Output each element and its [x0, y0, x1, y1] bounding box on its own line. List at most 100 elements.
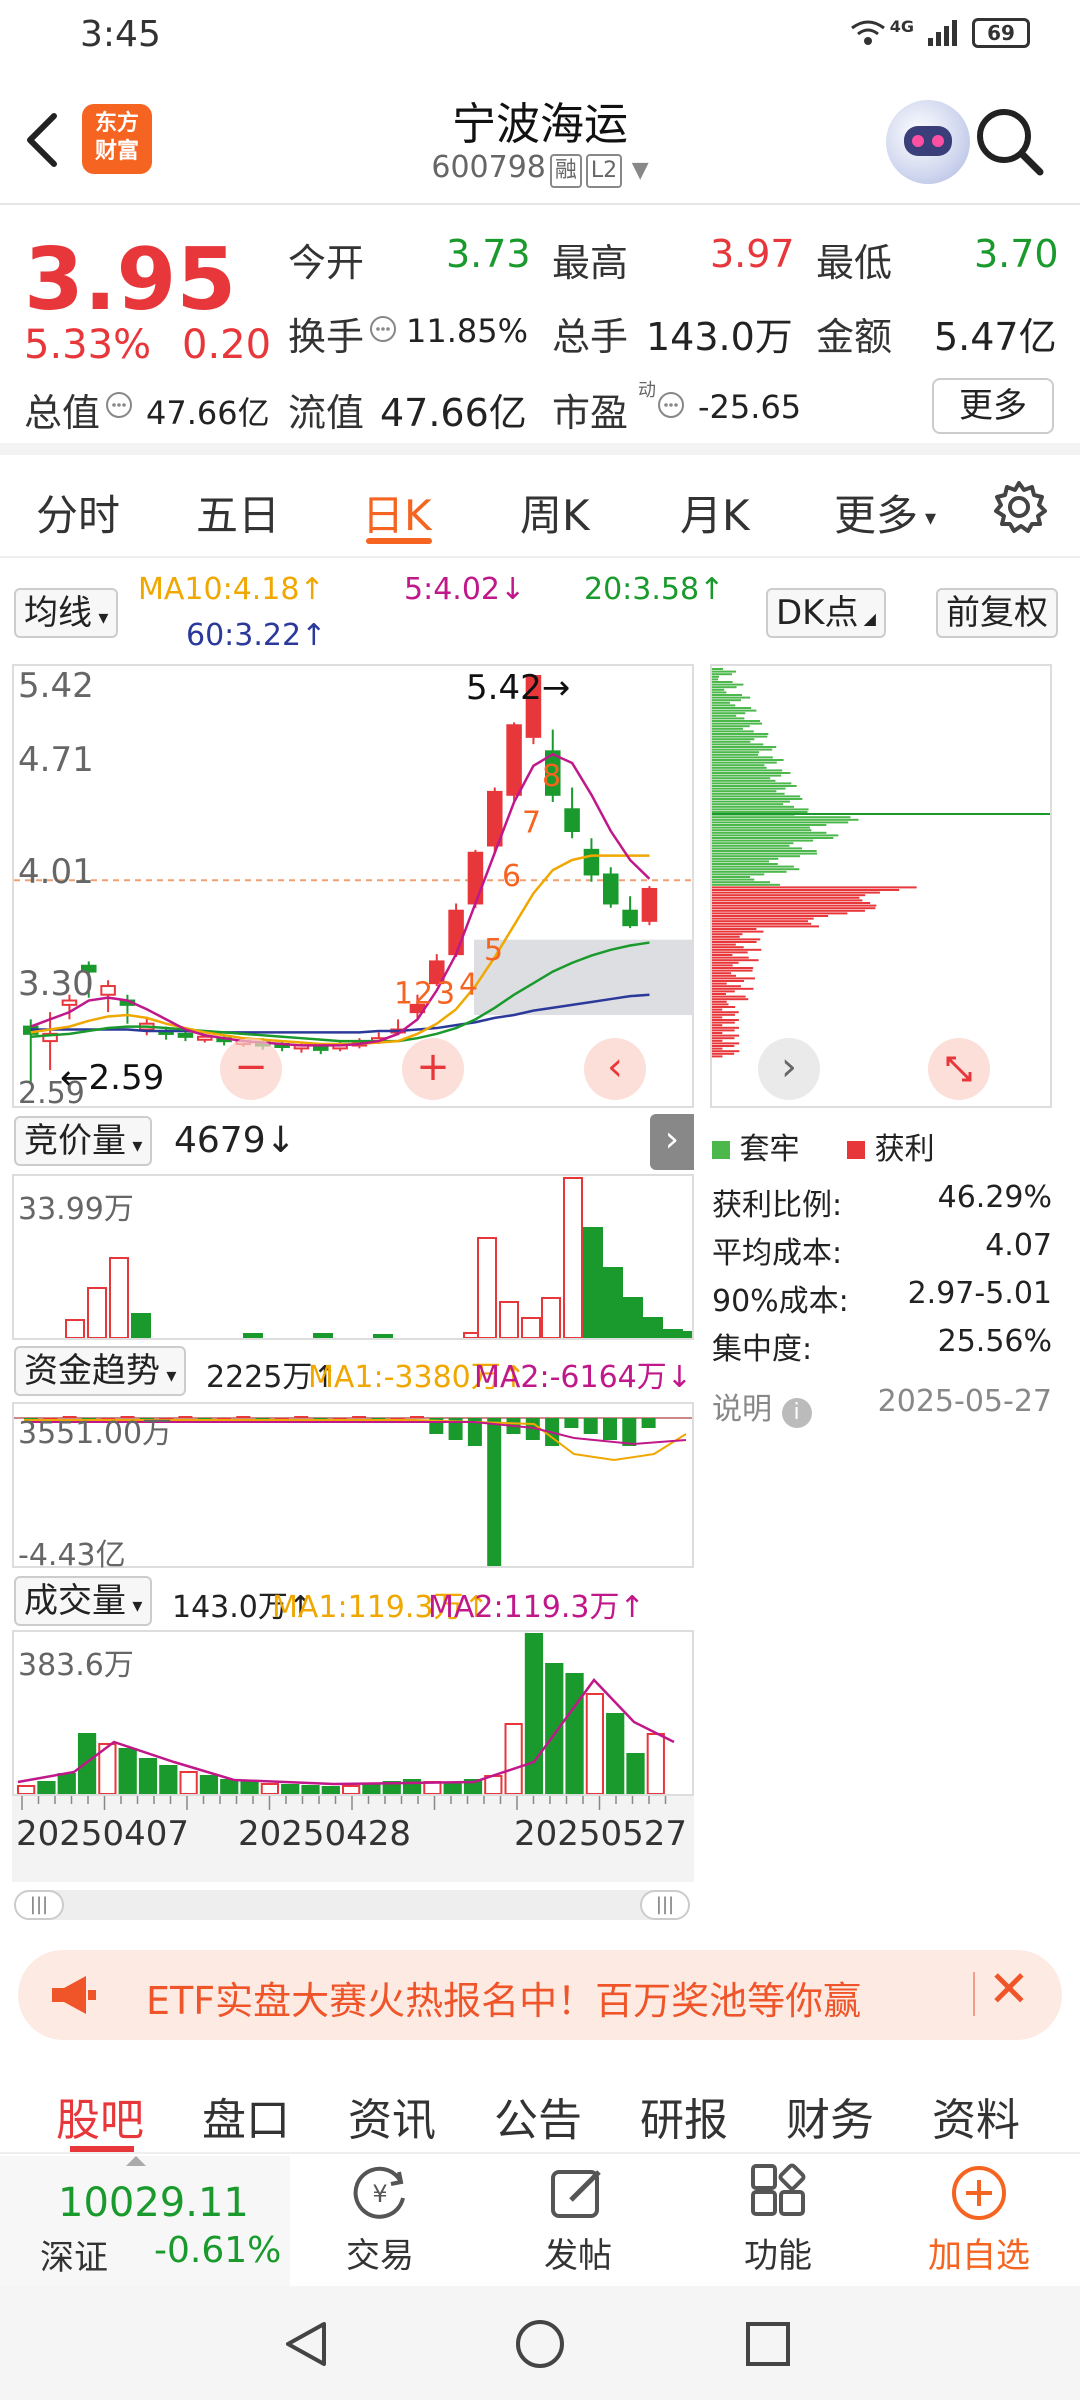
chip-bar [712, 850, 817, 852]
volume-bar [138, 1758, 158, 1795]
promo-banner[interactable]: ETF实盘大赛火热报名中！百万奖池等你赢 ✕ [18, 1950, 1062, 2040]
volume-bar [565, 1673, 584, 1795]
chip-bar [712, 720, 760, 722]
caret-down-icon: ▾ [92, 605, 109, 629]
amount-label: 金额 [816, 315, 893, 359]
range-slider[interactable]: ||| ||| [14, 1890, 690, 1920]
tab-guba[interactable]: 股吧 [56, 2084, 144, 2148]
index-name: 深证 [40, 2238, 108, 2278]
chip-bar [712, 894, 866, 897]
robot-icon [904, 126, 952, 156]
dk-point-selector[interactable]: DK点 ◢ [766, 588, 886, 638]
mcap-info-icon[interactable] [104, 390, 134, 424]
robot-avatar[interactable] [886, 100, 970, 184]
zoom-in-button[interactable]: + [402, 1038, 464, 1100]
chip-bar [712, 686, 737, 689]
signal-icon [928, 20, 957, 46]
tab-profile[interactable]: 资料 [932, 2084, 1020, 2148]
auction-selector[interactable]: 竞价量 ▾ [14, 1116, 153, 1166]
chip-bar [712, 946, 744, 949]
float-label: 流值 [288, 391, 365, 435]
add-watchlist-button[interactable]: 加自选 [914, 2162, 1044, 2277]
function-button[interactable]: 功能 [728, 2162, 828, 2277]
tab-announcement[interactable]: 公告 [494, 2084, 582, 2148]
l2-tag: L2 [585, 154, 623, 188]
chip-bar [712, 673, 733, 676]
trade-button[interactable]: ¥ 交易 [330, 2162, 430, 2277]
pe-value: -25.65 [698, 388, 802, 426]
volume-selector[interactable]: 成交量 ▾ [14, 1576, 153, 1626]
tab-daily-k[interactable]: 日K [362, 482, 432, 543]
info-icon[interactable] [368, 314, 398, 348]
date-label: 20250428 [238, 1814, 412, 1854]
chip-bar [712, 878, 755, 881]
settings-button[interactable] [990, 478, 1048, 540]
chip-scroll-button[interactable]: › [758, 1038, 820, 1100]
slider-left-handle[interactable]: ||| [14, 1890, 64, 1920]
chip-bar [712, 951, 748, 954]
tab-news[interactable]: 资讯 [348, 2084, 436, 2148]
stat-value: 46.29% [937, 1180, 1052, 1215]
chip-bar [712, 1032, 723, 1034]
tab-intraday[interactable]: 分时 [36, 482, 120, 543]
chip-bar [712, 837, 834, 839]
post-button[interactable]: 发帖 [528, 2162, 628, 2277]
scroll-left-button[interactable]: ‹ [584, 1038, 646, 1100]
expand-panel-button[interactable]: › [650, 1114, 694, 1170]
nav-back-button[interactable] [280, 2318, 332, 2374]
nav-home-button[interactable] [514, 2318, 566, 2374]
caret-down-icon: ▾ [126, 1133, 143, 1157]
slider-right-handle[interactable]: ||| [640, 1890, 690, 1920]
tab-pankou[interactable]: 盘口 [202, 2084, 290, 2148]
auction-chart: 33.99万 [12, 1174, 703, 1340]
more-button[interactable]: 更多 [932, 378, 1054, 434]
index-ticker[interactable]: 10029.11 深证 -0.61% [0, 2156, 290, 2286]
volume-bar [159, 1765, 178, 1795]
note-link[interactable]: 说明 i [712, 1384, 812, 1428]
nav-recents-button[interactable] [742, 2318, 794, 2374]
fund-bar [564, 1418, 579, 1428]
tab-more[interactable]: 更多 ▾ [834, 482, 936, 543]
chip-bar [712, 1019, 739, 1021]
chip-bar [712, 1008, 723, 1011]
pe-info-icon[interactable] [656, 390, 686, 424]
chip-bar [712, 974, 737, 977]
volume-bar [524, 1633, 544, 1795]
plus-circle-icon [952, 2166, 1006, 2220]
banner-close-button[interactable]: ✕ [988, 1960, 1030, 2018]
chip-bar [712, 831, 827, 834]
candle-body [177, 1032, 194, 1038]
mcap-value: 47.66亿 [146, 394, 270, 432]
adjust-selector[interactable]: 前复权 [936, 588, 1058, 638]
tab-monthly-k[interactable]: 月K [680, 482, 750, 543]
pe-label: 市盈 [552, 391, 629, 435]
tab-research[interactable]: 研报 [640, 2084, 728, 2148]
ma-row: 均线 ▾ MA10:4.18↑ 5:4.02↓ 20:3.58↑ 60:3.22… [0, 566, 1080, 656]
kline-chart[interactable]: 123456789 5.42 4.71 4.01 3.30 2.59 5.42→… [12, 664, 694, 1111]
candle-body [467, 851, 484, 905]
turnover-label: 换手 [288, 315, 365, 359]
chip-bar [712, 889, 900, 891]
ma5-label: 5:4.02↓ [404, 572, 526, 607]
chip-bar [712, 782, 792, 785]
tab-weekly-k[interactable]: 周K [520, 482, 590, 543]
search-button[interactable] [970, 102, 1050, 186]
chip-bar [712, 920, 809, 923]
fund-selector[interactable]: 资金趋势 ▾ [14, 1346, 187, 1396]
chip-bar [712, 839, 814, 842]
chip-bar [712, 725, 750, 728]
zoom-out-button[interactable]: − [220, 1038, 282, 1100]
chip-bar [712, 1034, 740, 1037]
ma-selector[interactable]: 均线 ▾ [14, 588, 119, 638]
volume-value: 143.0万 [646, 315, 793, 359]
chip-bar [712, 881, 771, 884]
expand-button[interactable] [928, 1038, 990, 1100]
volume-bar [199, 1775, 219, 1795]
chip-bar [712, 961, 739, 964]
stat-value: 4.07 [985, 1228, 1052, 1263]
ma60-label: 60:3.22↑ [186, 618, 327, 653]
chip-bar [712, 896, 860, 899]
tab-five-day[interactable]: 五日 [196, 482, 280, 543]
chip-bar [712, 980, 745, 982]
tab-finance[interactable]: 财务 [786, 2084, 874, 2148]
